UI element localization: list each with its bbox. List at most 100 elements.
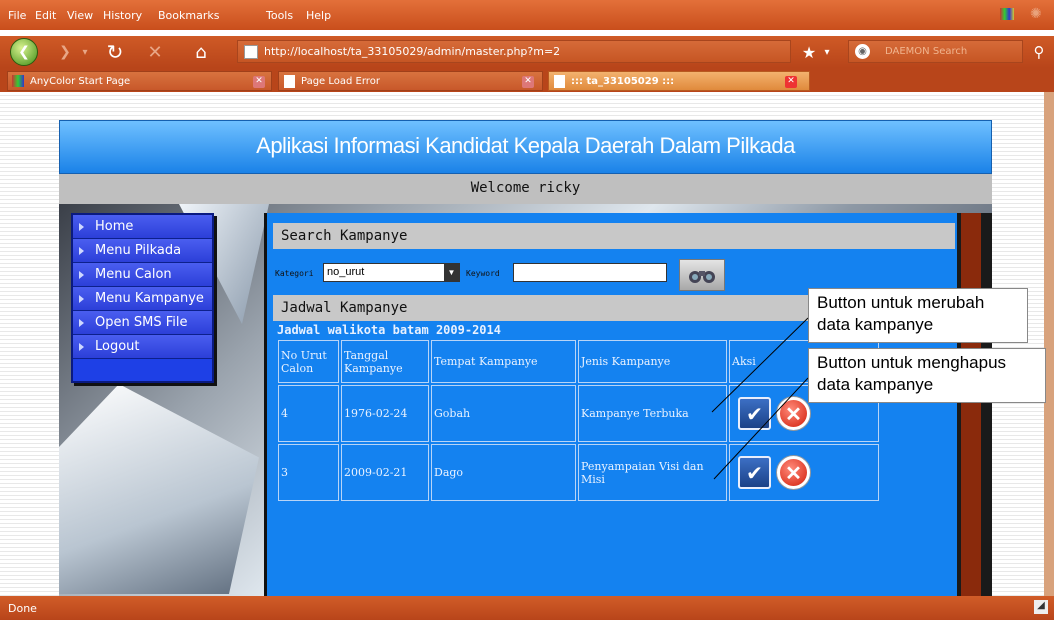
triangle-right-icon [79,295,84,303]
sidebar-menu: Home Menu Pilkada Menu Calon Menu Kampan… [71,213,214,383]
close-icon: ✕ [785,460,802,485]
keyword-label: Keyword [466,269,500,278]
search-input[interactable]: ◉ DAEMON Search [848,40,1023,63]
close-tab-icon[interactable]: ✕ [522,76,534,88]
resize-grip-icon[interactable]: ◢ [1034,600,1048,614]
column-header: Jenis Kampanye [578,340,727,383]
triangle-right-icon [79,247,84,255]
column-header: No Urut Calon [278,340,339,383]
cell-no-urut: 4 [278,385,339,442]
tab-anycolor-start-page[interactable]: AnyColor Start Page ✕ [7,71,272,91]
bookmark-dropdown-button[interactable]: ▾ [820,39,834,65]
table-row: 4 1976-02-24 Gobah Kampanye Terbuka ✔ ✕ [278,385,879,442]
table-row: 3 2009-02-21 Dago Penyampaian Visi dan M… [278,444,879,501]
delete-button[interactable]: ✕ [777,397,810,430]
cell-tempat: Gobah [431,385,576,442]
edit-button-callout: Button untuk merubah data kampanye [808,288,1028,343]
crystal-shard [59,384,259,594]
keyword-input[interactable] [513,263,667,282]
menu-view[interactable]: View [67,9,93,22]
right-border-strip [957,213,992,596]
chevron-down-icon: ▾ [824,46,830,58]
checkmark-icon: ✔ [746,401,763,426]
triangle-right-icon [79,343,84,351]
column-header: Tempat Kampanye [431,340,576,383]
cell-jenis: Penyampaian Visi dan Misi [578,444,727,501]
stop-button[interactable]: ✕ [142,39,168,65]
sidebar-item-open-sms-file[interactable]: Open SMS File [73,311,212,335]
address-bar[interactable]: http://localhost/ta_33105029/admin/maste… [237,40,791,63]
sidebar-item-label: Menu Kampanye [95,291,204,306]
reload-button[interactable]: ↻ [102,39,128,65]
history-dropdown-button[interactable]: ▾ [78,39,92,65]
delete-button-callout: Button untuk menghapus data kampanye [808,348,1046,403]
callout-text: Button untuk menghapus data kampanye [817,353,1007,394]
bookmark-star-button[interactable]: ★ [798,39,820,65]
sidebar-item-home[interactable]: Home [73,215,212,239]
close-tab-icon[interactable]: ✕ [253,76,265,88]
stop-icon: ✕ [147,41,163,63]
chevron-down-icon: ▼ [444,264,459,281]
triangle-right-icon [79,223,84,231]
jadwal-subtitle: Jadwal walikota batam 2009-2014 [277,323,501,337]
search-go-button[interactable]: ⚲ [1028,39,1050,65]
kategori-label: Kategori [275,269,314,278]
anycolor-favicon-icon [12,75,24,87]
cell-tanggal: 2009-02-21 [341,444,429,501]
search-engine-icon: ◉ [855,44,870,59]
menu-history[interactable]: History [103,9,142,22]
status-text: Done [8,602,37,615]
edit-button[interactable]: ✔ [738,456,771,489]
column-header: Tanggal Kampanye [341,340,429,383]
sidebar-item-menu-kampanye[interactable]: Menu Kampanye [73,287,212,311]
callout-text: Button untuk merubah data kampanye [817,293,985,334]
home-icon: ⌂ [195,41,207,63]
kategori-select[interactable]: no_urut ▼ [323,263,460,282]
menu-file[interactable]: File [8,9,26,22]
sidebar-item-label: Home [95,219,134,234]
menu-bookmarks[interactable]: Bookmarks [158,9,219,22]
edit-button[interactable]: ✔ [738,397,771,430]
tab-label: ::: ta_33105029 ::: [571,76,675,87]
tab-page-load-error[interactable]: Page Load Error ✕ [278,71,543,91]
page-favicon-icon [554,75,565,88]
menu-help[interactable]: Help [306,9,331,22]
tab-label: Page Load Error [301,76,380,87]
status-bar: Done ◢ [0,596,1054,620]
welcome-bar: Welcome ricky [59,174,992,204]
search-section-title: Search Kampanye [273,223,955,249]
checkmark-icon: ✔ [746,460,763,485]
star-icon: ★ [801,42,817,62]
cell-aksi: ✔ ✕ [729,444,879,501]
navigation-toolbar: ❮ ❯ ▾ ↻ ✕ ⌂ http://localhost/ta_33105029… [0,36,1054,68]
close-tab-icon[interactable]: ✕ [785,76,797,88]
search-form: Kategori no_urut ▼ Keyword [273,259,725,291]
search-button[interactable] [679,259,725,291]
cell-no-urut: 3 [278,444,339,501]
menu-tools[interactable]: Tools [266,9,293,22]
url-text: http://localhost/ta_33105029/admin/maste… [264,45,561,58]
page-title: Aplikasi Informasi Kandidat Kepala Daera… [256,133,795,158]
reload-icon: ↻ [106,40,124,64]
search-placeholder: DAEMON Search [885,46,968,57]
table-header-row: No Urut Calon Tanggal Kampanye Tempat Ka… [278,340,879,383]
home-button[interactable]: ⌂ [188,39,214,65]
tab-ta-33105029[interactable]: ::: ta_33105029 ::: ✕ [548,71,810,91]
forward-button[interactable]: ❯ [54,39,76,65]
tab-label: AnyColor Start Page [30,76,131,87]
kategori-selected-value: no_urut [327,266,365,278]
sidebar-item-logout[interactable]: Logout [73,335,212,359]
sidebar-item-label: Open SMS File [95,315,188,330]
close-icon: ✕ [785,401,802,426]
delete-button[interactable]: ✕ [777,456,810,489]
app-logo-icon [1000,8,1014,20]
app-banner: Aplikasi Informasi Kandidat Kepala Daera… [59,120,992,174]
vertical-scrollbar[interactable] [1044,92,1054,596]
cell-tanggal: 1976-02-24 [341,385,429,442]
menu-edit[interactable]: Edit [35,9,56,22]
sidebar-item-menu-calon[interactable]: Menu Calon [73,263,212,287]
main-panel: Search Kampanye Kategori no_urut ▼ Keywo… [264,213,957,596]
back-arrow-icon: ❮ [18,44,30,60]
sidebar-item-menu-pilkada[interactable]: Menu Pilkada [73,239,212,263]
back-button[interactable]: ❮ [10,38,38,66]
